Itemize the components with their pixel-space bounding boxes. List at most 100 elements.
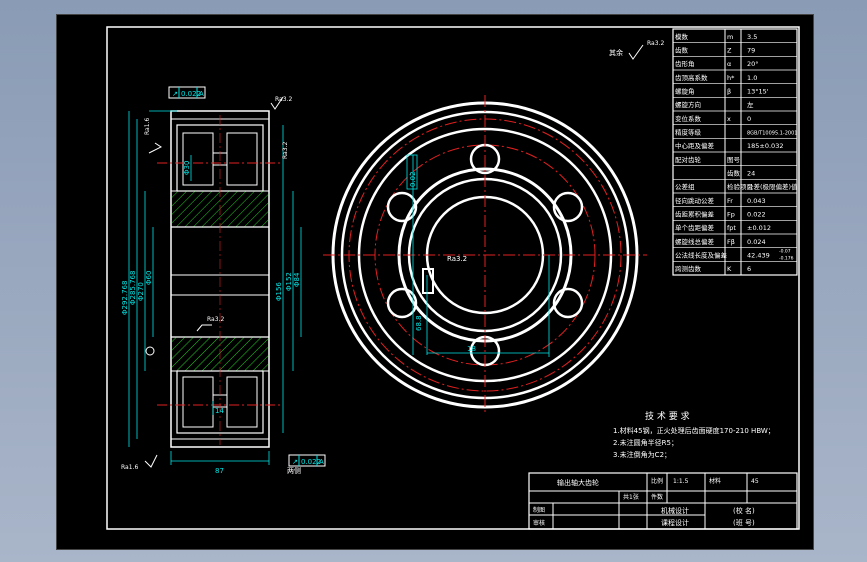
param-value: 20° bbox=[747, 60, 759, 68]
param-value: 13°15' bbox=[747, 88, 769, 96]
param-value: 1.0 bbox=[747, 74, 757, 82]
param-name: 跨测齿数 bbox=[675, 264, 702, 273]
svg-text:Φ60: Φ60 bbox=[145, 271, 153, 285]
param-symbol: Fr bbox=[727, 197, 733, 205]
param-name: 齿数 bbox=[675, 46, 689, 55]
svg-text:2.未注圆角半径R5；: 2.未注圆角半径R5； bbox=[613, 438, 678, 447]
param-table: 模数 m 3.5 齿数 Z 79 齿形角 α 20° 齿顶高系数 h* 1.0 螺旋角 β 13°15' 螺旋… bbox=[672, 28, 798, 276]
title-block: 输出轴大齿轮 比例 1:1.5 材料 45 件数 制图 审核 共1张 机械设计 … bbox=[528, 472, 798, 530]
param-name: 公法线长度及偏差 bbox=[675, 251, 728, 260]
svg-text:机械设计: 机械设计 bbox=[661, 506, 689, 515]
param-symbol: fpt bbox=[727, 224, 736, 232]
param-value: 8GB/T10095.1-2001 bbox=[747, 131, 797, 137]
param-name: 螺旋方向 bbox=[675, 100, 701, 109]
svg-text:(校 名): (校 名) bbox=[733, 506, 755, 515]
svg-text:Ra3.2: Ra3.2 bbox=[447, 255, 467, 263]
param-value: 42.439 bbox=[747, 252, 770, 260]
svg-text:18: 18 bbox=[467, 345, 476, 353]
param-symbol: 图号 bbox=[727, 156, 741, 164]
svg-text:0.02: 0.02 bbox=[409, 171, 417, 187]
svg-text:Ra3.2: Ra3.2 bbox=[275, 96, 292, 103]
svg-text:A: A bbox=[199, 90, 204, 98]
runout-frame-top: ↗ 0.022 A bbox=[168, 86, 206, 99]
svg-text:技 术 要 求: 技 术 要 求 bbox=[645, 410, 690, 422]
front-view bbox=[323, 95, 647, 415]
param-name: 齿距累积偏差 bbox=[675, 210, 715, 219]
tolerance-upper: -0.07 bbox=[779, 248, 791, 254]
param-name: 模数 bbox=[675, 32, 689, 41]
svg-text:45: 45 bbox=[751, 478, 759, 485]
top-roughness-symbol bbox=[628, 44, 644, 60]
param-value: ±0.012 bbox=[747, 224, 771, 232]
param-name: 螺旋线总偏差 bbox=[675, 237, 715, 246]
param-symbol: x bbox=[727, 115, 731, 123]
drawing-sheet: ↗ 0.022 A ↗ 0.022 A Φ292.768 Φ285.768 Φ2… bbox=[56, 14, 814, 550]
svg-text:两侧: 两侧 bbox=[287, 466, 301, 475]
param-name: 齿顶高系数 bbox=[675, 73, 708, 82]
svg-text:68.8: 68.8 bbox=[415, 315, 423, 331]
other-surfaces-note: 其余 bbox=[609, 48, 623, 57]
param-name: 公差组 bbox=[675, 182, 695, 191]
param-value: 24 bbox=[747, 170, 755, 178]
param-symbol: m bbox=[727, 33, 733, 41]
param-value: 左 bbox=[747, 100, 754, 109]
param-name: 齿形角 bbox=[675, 59, 695, 68]
section-view bbox=[157, 110, 283, 448]
param-value: 0.022 bbox=[747, 211, 766, 219]
top-roughness: Ra3.2 bbox=[647, 40, 664, 47]
svg-text:输出轴大齿轮: 输出轴大齿轮 bbox=[557, 478, 599, 487]
param-symbol: h* bbox=[727, 74, 735, 82]
svg-text:Ra3.2: Ra3.2 bbox=[282, 142, 289, 159]
param-symbol: Fp bbox=[727, 211, 735, 219]
svg-text:Φ292.768: Φ292.768 bbox=[121, 281, 129, 315]
svg-text:Ra3.2: Ra3.2 bbox=[207, 316, 224, 323]
param-symbol: β bbox=[727, 88, 731, 96]
svg-text:(班 号): (班 号) bbox=[733, 518, 755, 527]
param-name: 径向跳动公差 bbox=[675, 196, 715, 205]
svg-text:1:1.5: 1:1.5 bbox=[673, 478, 689, 485]
tech-requirements: 技 术 要 求 1.材料45钢，正火处理后齿面硬度170-210 HBW； 2.… bbox=[613, 410, 775, 459]
param-symbol: α bbox=[727, 60, 731, 68]
param-symbol: 齿数 bbox=[727, 169, 741, 178]
param-name: 单个齿距偏差 bbox=[675, 223, 715, 232]
param-value: 6 bbox=[747, 265, 751, 273]
param-value: 0 bbox=[747, 115, 751, 123]
svg-text:Ra1.6: Ra1.6 bbox=[121, 464, 138, 471]
svg-text:课程设计: 课程设计 bbox=[661, 518, 689, 527]
datum-a-marker bbox=[145, 346, 155, 356]
param-value: 公差(极限偏差)值 bbox=[747, 182, 798, 191]
param-value: 0.024 bbox=[747, 238, 766, 246]
svg-text:制图: 制图 bbox=[533, 506, 545, 514]
svg-text:Φ156: Φ156 bbox=[275, 282, 283, 301]
param-value: 3.5 bbox=[747, 33, 757, 41]
param-symbol: K bbox=[727, 265, 732, 273]
svg-text:Φ30: Φ30 bbox=[183, 161, 191, 175]
param-name: 变位系数 bbox=[675, 114, 702, 123]
svg-text:Φ285.768: Φ285.768 bbox=[129, 271, 137, 305]
svg-text:87: 87 bbox=[215, 467, 224, 475]
svg-text:件数: 件数 bbox=[651, 493, 663, 501]
tolerance-lower: -0.176 bbox=[779, 255, 794, 261]
svg-text:Φ84: Φ84 bbox=[293, 272, 301, 287]
svg-text:↗: ↗ bbox=[292, 458, 298, 466]
svg-text:共1张: 共1张 bbox=[623, 493, 639, 501]
param-symbol: Fβ bbox=[727, 238, 735, 246]
svg-text:审核: 审核 bbox=[533, 519, 545, 527]
front-dims bbox=[406, 154, 550, 357]
param-symbol: Z bbox=[727, 47, 732, 55]
svg-text:A: A bbox=[319, 458, 324, 466]
drawing-canvas: ↗ 0.022 A ↗ 0.022 A Φ292.768 Φ285.768 Φ2… bbox=[106, 26, 800, 530]
param-value: 79 bbox=[747, 47, 755, 55]
param-name: 精度等级 bbox=[675, 128, 702, 137]
runout-frame-bottom: ↗ 0.022 A bbox=[288, 454, 326, 467]
param-name: 中心距及偏差 bbox=[675, 141, 715, 150]
param-name: 螺旋角 bbox=[675, 87, 695, 96]
svg-text:3.未注倒角为C2；: 3.未注倒角为C2； bbox=[613, 450, 671, 459]
param-value: 0.043 bbox=[747, 197, 766, 205]
svg-text:14: 14 bbox=[215, 407, 224, 415]
param-value: 185±0.032 bbox=[747, 142, 783, 150]
svg-text:Ra1.6: Ra1.6 bbox=[144, 118, 151, 135]
svg-text:Φ152: Φ152 bbox=[285, 272, 293, 291]
svg-text:1.材料45钢，正火处理后齿面硬度170-210 HBW；: 1.材料45钢，正火处理后齿面硬度170-210 HBW； bbox=[613, 426, 775, 435]
param-name: 配对齿轮 bbox=[675, 155, 702, 164]
